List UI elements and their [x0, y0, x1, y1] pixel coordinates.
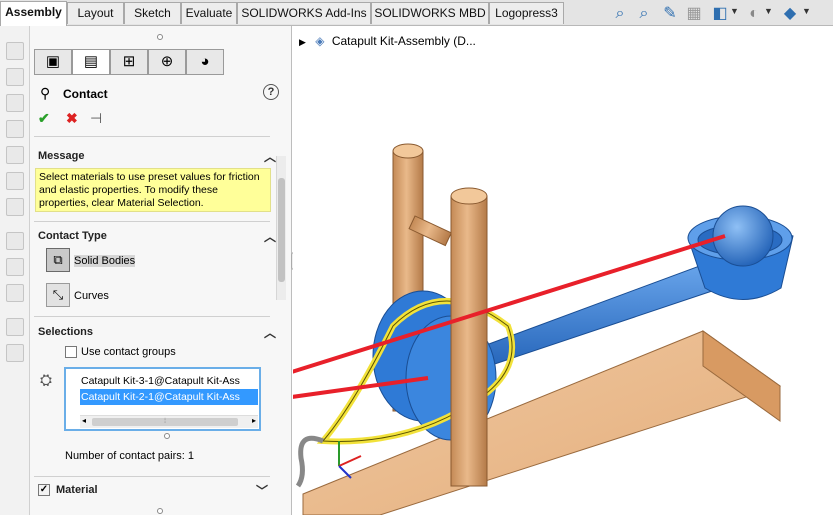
display-manager-tab[interactable]: ◕ [186, 49, 224, 75]
property-manager-panel: ▣ ▤ ⊞ ⊕ ◕ ⚲ Contact ? ✔ ✖ ⊣ Message ︿ Se… [30, 26, 292, 515]
tab-solidworks-add-ins[interactable]: SOLIDWORKS Add-Ins [237, 2, 371, 24]
tab-solidworks-mbd[interactable]: SOLIDWORKS MBD [371, 2, 489, 24]
scrollbar-thumb[interactable] [278, 178, 285, 282]
solid-bodies-icon[interactable]: ⧉ [46, 248, 70, 272]
tab-sketch[interactable]: Sketch [124, 2, 181, 24]
show-hidden-icon[interactable] [6, 172, 24, 190]
scrollbar-thumb[interactable]: ⦙ [92, 418, 238, 426]
list-item[interactable]: Catapult Kit-3-1@Catapult Kit-Ass [80, 373, 258, 389]
chevron-up-icon[interactable]: ︿ [264, 148, 276, 165]
view-orientation-icon[interactable]: ◆ [780, 4, 800, 24]
pin-button[interactable]: ⊣ [90, 110, 102, 127]
zoom-to-fit-icon[interactable]: ⌕ [610, 4, 630, 24]
use-contact-groups-checkbox[interactable] [65, 346, 77, 358]
panel-grip[interactable] [157, 508, 163, 514]
exploded-view-icon[interactable] [6, 318, 24, 336]
view-settings-icon[interactable]: ▦ [684, 4, 704, 24]
horizontal-scrollbar[interactable]: ◂ ⦙ ▸ [80, 415, 258, 428]
divider [34, 476, 270, 477]
command-manager-tabs: Assembly Layout Sketch Evaluate SOLIDWOR… [0, 0, 833, 26]
resize-grip[interactable] [164, 433, 170, 439]
instant3d-icon[interactable] [6, 344, 24, 362]
configuration-manager-tab[interactable]: ⊞ [110, 49, 148, 75]
divider [34, 136, 270, 137]
selections-section-header[interactable]: Selections ︿ [38, 326, 276, 340]
catapult-model [293, 143, 794, 515]
help-icon[interactable]: ? [263, 84, 279, 100]
tab-evaluate[interactable]: Evaluate [181, 2, 237, 24]
tab-assembly[interactable]: Assembly [0, 1, 67, 26]
chevron-down-icon[interactable]: ▼ [802, 6, 811, 16]
bill-of-materials-icon[interactable] [6, 284, 24, 302]
dimxpert-tab[interactable]: ⊕ [148, 49, 186, 75]
list-item[interactable]: Catapult Kit-2-1@Catapult Kit-Ass [80, 389, 258, 405]
panel-grip[interactable] [157, 34, 163, 40]
component-pattern-icon[interactable] [6, 94, 24, 112]
graphics-area[interactable]: ▶ ◈ Catapult Kit-Assembly (D... [293, 26, 833, 515]
zoom-area-icon[interactable]: ⌕ [634, 4, 654, 24]
contact-icon: ⚲ [40, 85, 51, 101]
back-post-top [392, 143, 424, 159]
scroll-left-icon[interactable]: ◂ [82, 416, 86, 425]
chevron-up-icon[interactable]: ︿ [264, 228, 276, 245]
new-motion-study-icon[interactable] [6, 258, 24, 276]
chevron-down-icon[interactable]: ▼ [764, 6, 773, 16]
components-selection-box[interactable]: Catapult Kit-3-1@Catapult Kit-Ass Catapu… [64, 367, 261, 431]
smart-fasteners-icon[interactable] [6, 120, 24, 138]
chevron-up-icon[interactable]: ︿ [264, 324, 276, 341]
section-label: Material [56, 484, 98, 496]
tab-layout[interactable]: Layout [67, 2, 124, 24]
divider [34, 316, 270, 317]
use-contact-groups-label: Use contact groups [81, 346, 176, 358]
message-box: Select materials to use preset values fo… [35, 168, 271, 212]
curves-option[interactable]: Curves [74, 290, 109, 302]
front-post[interactable] [450, 195, 488, 487]
front-post-top [450, 187, 488, 205]
material-checkbox[interactable]: ✓ [38, 484, 50, 496]
property-manager-tab[interactable]: ▤ [72, 49, 110, 75]
contact-type-section-header[interactable]: Contact Type ︿ [38, 230, 276, 244]
curves-icon[interactable]: ⤡ [46, 283, 70, 307]
reference-geometry-icon[interactable] [6, 232, 24, 250]
page-title: Contact [63, 87, 108, 101]
chevron-down-icon[interactable]: ﹀ [256, 482, 268, 499]
hook [295, 435, 324, 488]
chevron-down-icon[interactable]: ▼ [730, 6, 739, 16]
section-label: Contact Type [38, 230, 107, 242]
divider [34, 221, 270, 222]
feature-manager-tab[interactable]: ▣ [34, 49, 72, 75]
material-section-header[interactable]: Material ﹀ [56, 482, 270, 499]
insert-component-icon[interactable] [6, 42, 24, 60]
solid-bodies-option[interactable]: Solid Bodies [74, 255, 136, 267]
move-component-icon[interactable] [6, 146, 24, 164]
assembly-features-icon[interactable] [6, 198, 24, 216]
ok-button[interactable]: ✔ [38, 110, 50, 127]
display-style-icon[interactable]: ◧ [710, 4, 730, 24]
vertical-scrollbar[interactable] [276, 156, 286, 300]
section-label: Message [38, 150, 85, 162]
tab-logopress3[interactable]: Logopress3 [489, 2, 564, 24]
contact-pairs-count: Number of contact pairs: 1 [65, 450, 195, 462]
mate-icon[interactable] [6, 68, 24, 86]
section-label: Selections [38, 326, 94, 338]
section-view-icon[interactable]: ✎ [660, 4, 680, 24]
cancel-button[interactable]: ✖ [66, 110, 78, 127]
message-section-header[interactable]: Message ︿ [38, 150, 276, 164]
heads-up-view-toolbar: ⌕ ⌕ ✎ ▦ ◧ ▼ ◐ ▼ ◆ ▼ [608, 4, 833, 24]
scroll-right-icon[interactable]: ▸ [252, 416, 256, 425]
vertical-toolbar [0, 26, 30, 515]
hide-show-icon[interactable]: ◐ [744, 4, 764, 24]
components-icon: ⛭ [40, 372, 53, 389]
manager-tabs: ▣ ▤ ⊞ ⊕ ◕ [30, 49, 292, 77]
